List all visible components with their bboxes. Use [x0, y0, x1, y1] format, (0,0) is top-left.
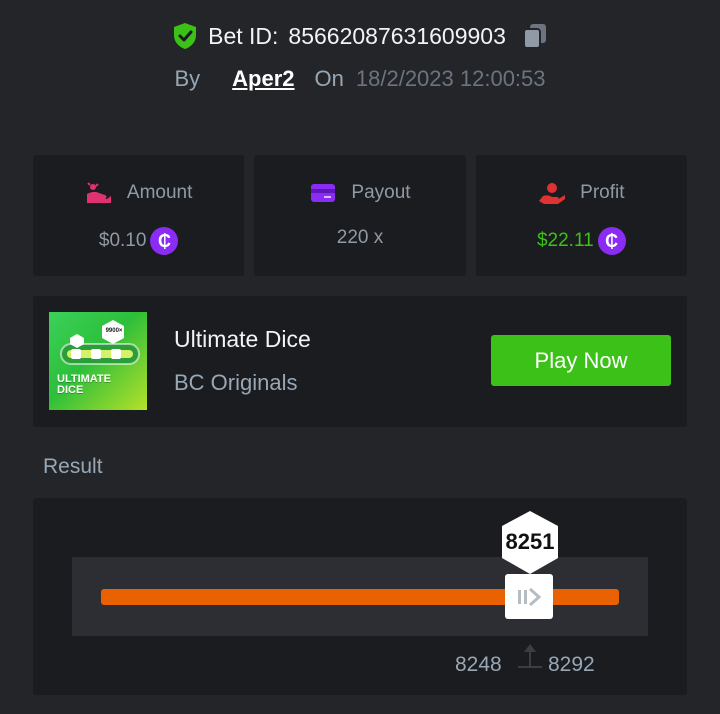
amount-value: $0.10: [98, 230, 147, 251]
payout-label: Payout: [351, 182, 411, 203]
game-thumbnail[interactable]: 9900× ULTIMATE DICE: [49, 312, 147, 410]
game-subtitle: BC Originals: [174, 370, 298, 395]
shield-check-icon: [174, 23, 197, 49]
on-label: On: [314, 66, 344, 91]
card-icon: [311, 184, 336, 202]
result-heading: Result: [43, 455, 103, 478]
profit-value: $22.11: [536, 230, 594, 251]
user-link[interactable]: Aper2: [232, 66, 294, 92]
result-panel: 8251 8248 8292: [33, 498, 687, 695]
slider-handle[interactable]: [505, 574, 553, 619]
bet-date: 18/2/2023 12:00:53: [355, 66, 546, 91]
play-now-button[interactable]: Play Now: [491, 335, 671, 386]
bet-header: Bet ID: 85662087631609903 By Aper2 On 18…: [0, 0, 720, 130]
bet-id-line: Bet ID: 85662087631609903: [0, 22, 720, 50]
range-high: 8292: [548, 653, 595, 676]
drag-handle-icon: [518, 587, 542, 606]
thumb-logo-line2: DICE: [57, 384, 84, 396]
copy-icon[interactable]: [522, 22, 548, 50]
stat-payout: Payout 220 x: [254, 155, 466, 276]
pin-icon: [518, 644, 542, 668]
coin-icon: ₵: [150, 227, 179, 255]
bet-id-value: 85662087631609903: [288, 22, 506, 49]
amount-label: Amount: [126, 182, 193, 203]
bet-meta-line: By Aper2 On 18/2/2023 12:00:53: [0, 66, 720, 92]
thumb-logo-text: ULTIMATE DICE: [57, 374, 111, 396]
stat-profit: Profit $22.11 ₵: [475, 155, 687, 276]
coin-icon: ₵: [597, 227, 626, 255]
thumb-badge: 9900×: [105, 328, 123, 334]
payout-value: 220 x: [336, 227, 384, 248]
coins-hand-icon: [86, 182, 111, 203]
bet-id-label: Bet ID:: [208, 22, 279, 49]
game-card: 9900× ULTIMATE DICE Ultimate Dice BC Ori…: [33, 296, 687, 427]
stat-amount: Amount $0.10 ₵: [33, 155, 245, 276]
profit-label: Profit: [580, 182, 625, 203]
range-low: 8248: [455, 653, 502, 676]
by-label: By: [174, 66, 201, 91]
game-title[interactable]: Ultimate Dice: [174, 326, 311, 353]
roll-value: 8251: [505, 529, 555, 554]
profit-hand-icon: [539, 183, 566, 204]
bet-stats: Amount $0.10 ₵ Payout 220 x Profit $22.1…: [33, 155, 687, 276]
